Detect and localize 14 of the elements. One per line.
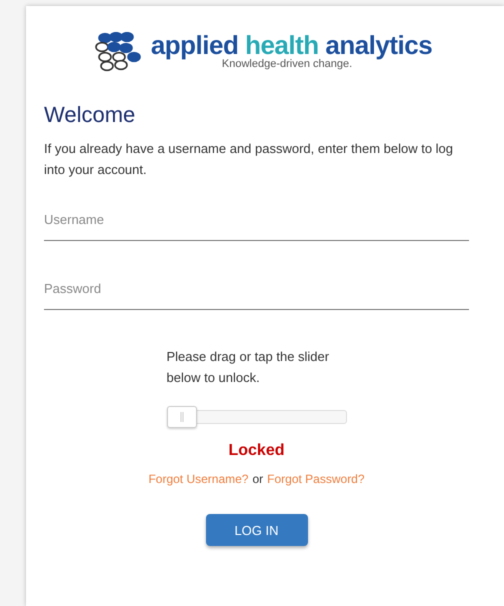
slider-instruction: Please drag or tap the slider below to unlock.: [166, 348, 330, 387]
slider-thumb[interactable]: [166, 406, 196, 428]
or-text: or: [252, 472, 264, 486]
logo-wordmark: applied health analytics: [150, 32, 432, 58]
input-field[interactable]: Username: [44, 212, 469, 241]
lock-status: Locked: [228, 442, 284, 460]
forgot-username-link[interactable]: Forgot Username?: [148, 472, 248, 486]
welcome-heading: Welcome: [44, 102, 136, 128]
forgot-password-link[interactable]: Forgot Password?: [267, 472, 365, 486]
logo-tagline: Knowledge-driven change.: [222, 58, 352, 70]
input-field[interactable]: Password: [44, 281, 469, 310]
log-in-button[interactable]: LOG IN: [206, 514, 308, 546]
unlock-slider[interactable]: [166, 406, 346, 428]
intro-text: If you already have a username and password, enter them below to log into your account.: [44, 140, 454, 179]
